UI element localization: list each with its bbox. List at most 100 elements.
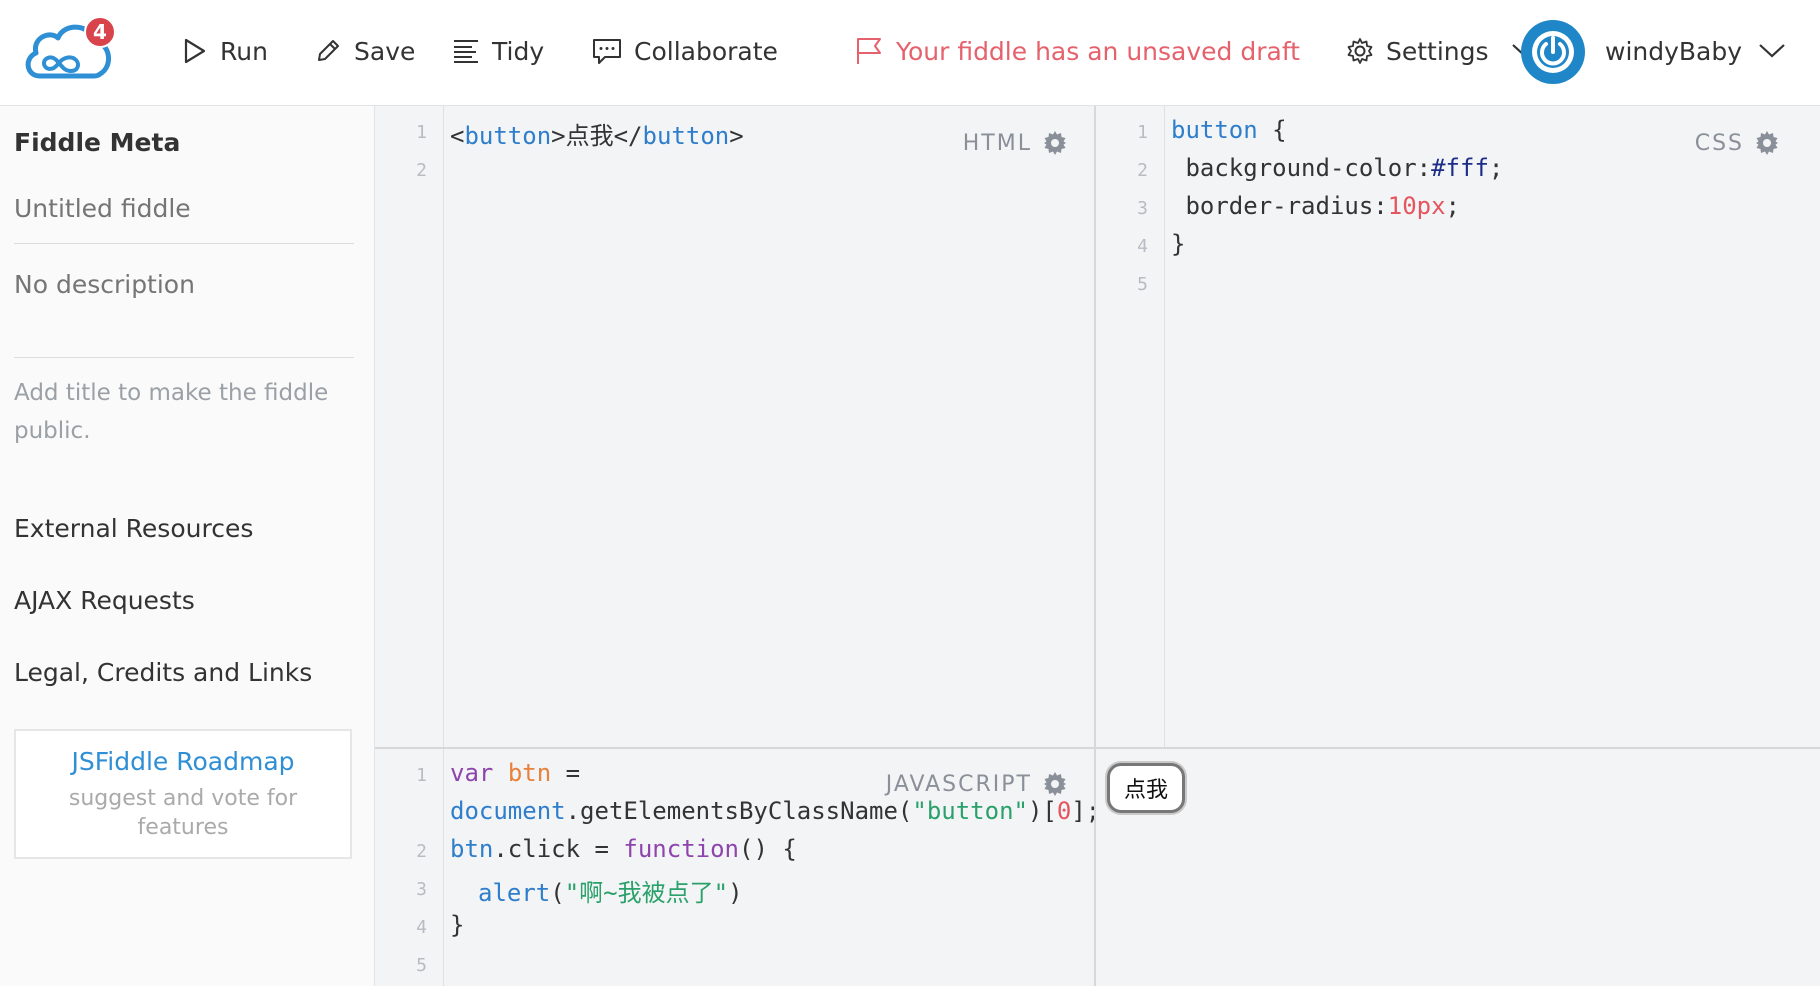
divider xyxy=(14,357,354,358)
code-line[interactable]: alert("啊~我被点了") xyxy=(478,873,743,908)
code-token: = xyxy=(551,759,581,787)
code-line[interactable]: <button>点我</button> xyxy=(450,116,744,151)
code-token: var xyxy=(450,759,494,787)
code-token: button xyxy=(464,122,552,150)
pencil-icon xyxy=(318,40,339,61)
code-token: .click = xyxy=(493,835,624,863)
code-line[interactable]: button { xyxy=(1171,116,1287,144)
username: windyBaby xyxy=(1605,36,1743,66)
line-number: 5 xyxy=(416,955,427,976)
gear-icon[interactable] xyxy=(1042,771,1068,797)
gear-icon xyxy=(1347,38,1373,64)
line-number: 2 xyxy=(416,160,427,181)
javascript-editor-pane[interactable]: 1 2 3 4 5 var btn = document.getElements… xyxy=(375,749,1095,986)
code-token: function xyxy=(623,835,739,863)
code-line[interactable]: btn.click = function() { xyxy=(450,835,797,863)
code-token: > xyxy=(551,122,566,150)
notification-badge[interactable]: 4 xyxy=(84,16,116,48)
code-line[interactable]: document.getElementsByClassName("button"… xyxy=(450,797,1095,825)
flag-icon xyxy=(857,38,881,64)
line-gutter: 1 2 3 4 5 xyxy=(375,749,444,986)
ajax-requests-link[interactable]: AJAX Requests xyxy=(14,586,195,615)
code-token: button xyxy=(1171,116,1258,144)
code-token: button xyxy=(642,122,730,150)
result-demo-button[interactable]: 点我 xyxy=(1107,763,1185,813)
run-button[interactable]: Run xyxy=(182,30,268,72)
code-token: () { xyxy=(739,835,797,863)
settings-label: Settings xyxy=(1386,36,1489,66)
settings-button[interactable]: Settings xyxy=(1346,30,1551,72)
play-icon xyxy=(184,38,206,64)
roadmap-title[interactable]: JSFiddle Roadmap xyxy=(16,747,350,776)
code-token: "啊~我被点了" xyxy=(564,879,729,907)
code-token: ; xyxy=(1488,154,1504,182)
line-gutter: 1 2 xyxy=(375,106,444,747)
code-token: #fff xyxy=(1431,154,1489,182)
html-pane-label: HTML xyxy=(963,130,1068,156)
power-icon xyxy=(1532,31,1574,73)
chat-icon xyxy=(593,39,621,64)
code-token: btn xyxy=(507,759,552,787)
run-label: Run xyxy=(220,36,268,66)
code-token: ) xyxy=(728,879,743,907)
line-number: 4 xyxy=(416,917,427,938)
line-number: 4 xyxy=(1137,236,1148,257)
result-pane[interactable] xyxy=(1096,749,1820,986)
tidy-button[interactable]: Tidy xyxy=(452,30,544,72)
code-token: border-radius: xyxy=(1171,192,1388,220)
css-pane-label: CSS xyxy=(1695,130,1780,156)
code-token: btn xyxy=(450,835,494,863)
line-number: 1 xyxy=(416,765,427,786)
code-token: 0 xyxy=(1056,797,1072,825)
gear-icon[interactable] xyxy=(1042,130,1068,156)
external-resources-link[interactable]: External Resources xyxy=(14,514,253,543)
fiddle-title-input[interactable] xyxy=(14,194,354,223)
avatar[interactable] xyxy=(1521,20,1585,84)
save-button[interactable]: Save xyxy=(314,30,415,72)
divider xyxy=(14,243,354,244)
roadmap-box[interactable]: JSFiddle Roadmap suggest and vote for fe… xyxy=(14,729,352,859)
code-line[interactable]: } xyxy=(1171,230,1185,258)
pane-label-text: JAVASCRIPT xyxy=(885,771,1032,797)
pane-splitter-vertical[interactable] xyxy=(1094,106,1096,986)
code-line[interactable]: var btn = xyxy=(450,759,580,787)
collaborate-button[interactable]: Collaborate xyxy=(592,30,778,72)
line-number: 1 xyxy=(1137,122,1148,143)
save-label: Save xyxy=(354,36,416,66)
gear-icon[interactable] xyxy=(1754,130,1780,156)
code-token: 10px xyxy=(1387,192,1446,220)
javascript-pane-label: JAVASCRIPT xyxy=(886,771,1068,797)
code-token: background-color: xyxy=(1171,154,1432,182)
line-number: 3 xyxy=(416,879,427,900)
code-token: "button" xyxy=(912,797,1028,825)
collaborate-label: Collaborate xyxy=(634,36,778,66)
line-number: 1 xyxy=(416,122,427,143)
unsaved-draft-notice[interactable]: Your fiddle has an unsaved draft xyxy=(854,30,1300,72)
pane-splitter-horizontal[interactable] xyxy=(375,747,1820,749)
css-editor-pane[interactable]: 1 2 3 4 5 button { background-color:#fff… xyxy=(1096,106,1820,747)
line-number: 3 xyxy=(1137,198,1148,219)
code-token: } xyxy=(450,911,465,939)
pane-label-text: HTML xyxy=(962,130,1032,156)
roadmap-subtitle: suggest and vote for features xyxy=(68,786,298,840)
legal-credits-link[interactable]: Legal, Credits and Links xyxy=(14,658,312,687)
code-token: ]; xyxy=(1071,797,1095,825)
code-token: } xyxy=(1171,230,1186,258)
code-line[interactable]: } xyxy=(450,911,464,939)
chevron-down-icon xyxy=(1759,44,1785,58)
code-line[interactable]: border-radius:10px; xyxy=(1171,192,1460,220)
top-toolbar: 4 Run Save Tidy Collaborate Your fiddle … xyxy=(0,0,1820,106)
line-number: 2 xyxy=(416,841,427,862)
public-note: Add title to make the fiddle public. xyxy=(14,380,329,444)
code-line[interactable]: background-color:#fff; xyxy=(1171,154,1503,182)
code-token: .getElementsByClassName( xyxy=(565,797,913,825)
code-token: </ xyxy=(613,122,643,150)
code-token: ; xyxy=(1445,192,1460,220)
fiddle-description-input[interactable] xyxy=(14,270,354,299)
user-menu[interactable]: windyBaby xyxy=(1605,30,1798,72)
code-token: 点我 xyxy=(565,122,614,150)
html-editor-pane[interactable]: 1 2 <button>点我</button> HTML xyxy=(375,106,1095,747)
code-token: { xyxy=(1257,116,1287,144)
line-number: 2 xyxy=(1137,160,1148,181)
pane-label-text: CSS xyxy=(1694,130,1744,156)
